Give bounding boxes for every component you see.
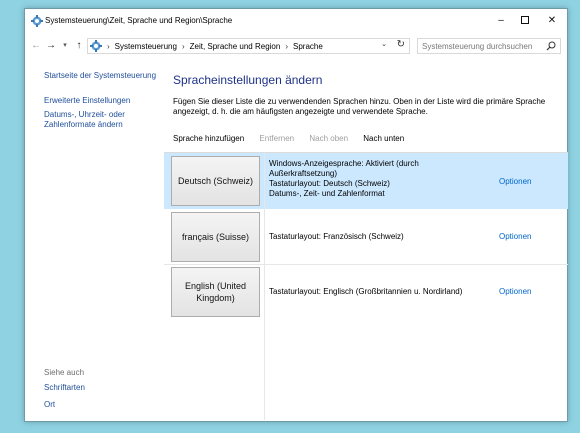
sidebar-link-fonts[interactable]: Schriftarten <box>44 383 85 393</box>
address-dropdown-icon[interactable]: ⌄ <box>381 40 387 48</box>
up-arrow-icon[interactable]: ↑ <box>73 39 85 53</box>
options-link-english[interactable]: Optionen <box>499 287 531 296</box>
language-info-line: Außerkraftsetzung) <box>269 169 338 178</box>
main-content: Spracheinstellungen ändern Fügen Sie die… <box>164 59 568 420</box>
row-divider <box>264 153 265 209</box>
breadcrumb-zeit-sprache-region[interactable]: Zeit, Sprache und Region <box>190 42 281 51</box>
language-row-francais-suisse[interactable]: français (Suisse) Tastaturlayout: Franzö… <box>164 209 568 265</box>
minimize-button[interactable]: – <box>492 13 510 29</box>
close-button[interactable]: ✕ <box>543 13 561 29</box>
language-info-line: Tastaturlayout: Deutsch (Schweiz) <box>269 179 390 188</box>
move-up-button[interactable]: Nach oben <box>309 134 348 143</box>
sidebar-link-home[interactable]: Startseite der Systemsteuerung <box>44 71 156 81</box>
address-bar-row: ← → ▾ ↑ › Systemsteuerung › Zeit, Sprach… <box>25 37 567 57</box>
title-bar[interactable]: Systemsteuerung\Zeit, Sprache und Region… <box>25 9 567 33</box>
recent-locations-dropdown-icon[interactable]: ▾ <box>61 39 69 53</box>
address-field[interactable]: › Systemsteuerung › Zeit, Sprache und Re… <box>87 38 410 54</box>
page-description: Fügen Sie dieser Liste die zu verwendend… <box>173 97 546 116</box>
refresh-icon[interactable]: ↻ <box>397 39 405 50</box>
language-info-line: Tastaturlayout: Französisch (Schweiz) <box>269 232 404 241</box>
see-also-heading: Siehe auch <box>44 368 85 377</box>
language-button-english-uk[interactable]: English (United Kingdom) <box>171 267 260 317</box>
move-down-button[interactable]: Nach unten <box>363 134 404 143</box>
page-title: Spracheinstellungen ändern <box>173 73 323 87</box>
sidebar-link-date-formats[interactable]: Datums-, Uhrzeit- oder Zahlenformate änd… <box>44 110 154 130</box>
language-info: Windows-Anzeigesprache: Aktiviert (durch… <box>269 159 419 199</box>
breadcrumb-systemsteuerung[interactable]: Systemsteuerung <box>115 42 177 51</box>
search-icon[interactable] <box>546 41 556 51</box>
language-row-english-uk[interactable]: English (United Kingdom) Tastaturlayout:… <box>164 264 568 320</box>
language-info-line: Windows-Anzeigesprache: Aktiviert (durch <box>269 159 419 168</box>
forward-arrow-icon[interactable]: → <box>45 39 57 53</box>
language-info-line: Datums-, Zeit- und Zahlenformat <box>269 189 385 198</box>
sidebar-link-location[interactable]: Ort <box>44 400 55 410</box>
breadcrumb-sprache[interactable]: Sprache <box>293 42 323 51</box>
language-info-line: Tastaturlayout: Englisch (Großbritannien… <box>269 287 463 296</box>
control-panel-icon <box>31 15 43 27</box>
list-divider <box>264 320 265 420</box>
row-divider <box>264 264 265 320</box>
language-button-deutsch-schweiz[interactable]: Deutsch (Schweiz) <box>171 156 260 206</box>
control-panel-window: Systemsteuerung\Zeit, Sprache und Region… <box>24 8 568 422</box>
search-input[interactable] <box>422 41 544 51</box>
language-button-francais-suisse[interactable]: français (Suisse) <box>171 212 260 262</box>
control-panel-icon <box>90 40 102 52</box>
window-title: Systemsteuerung\Zeit, Sprache und Region… <box>45 16 233 25</box>
language-list: Deutsch (Schweiz) Windows-Anzeigesprache… <box>164 152 568 420</box>
back-arrow-icon[interactable]: ← <box>30 39 42 53</box>
sidebar-link-advanced-settings[interactable]: Erweiterte Einstellungen <box>44 96 130 106</box>
search-field[interactable] <box>417 38 561 54</box>
add-language-button[interactable]: Sprache hinzufügen <box>173 134 244 143</box>
language-row-deutsch-schweiz[interactable]: Deutsch (Schweiz) Windows-Anzeigesprache… <box>164 153 568 209</box>
options-link-francais[interactable]: Optionen <box>499 232 531 241</box>
breadcrumb-separator-icon[interactable]: › <box>285 42 288 51</box>
sidebar: Startseite der Systemsteuerung Erweitert… <box>25 59 165 419</box>
language-info: Tastaturlayout: Französisch (Schweiz) <box>269 232 404 242</box>
breadcrumb-separator-icon[interactable]: › <box>182 42 185 51</box>
maximize-button[interactable] <box>516 13 534 29</box>
options-link-deutsch[interactable]: Optionen <box>499 177 531 186</box>
language-toolbar: Sprache hinzufügen Entfernen Nach oben N… <box>173 134 417 148</box>
remove-button[interactable]: Entfernen <box>259 134 294 143</box>
row-divider <box>264 209 265 265</box>
language-info: Tastaturlayout: Englisch (Großbritannien… <box>269 287 462 297</box>
breadcrumb-separator-icon[interactable]: › <box>107 42 110 51</box>
maximize-icon <box>521 16 529 25</box>
